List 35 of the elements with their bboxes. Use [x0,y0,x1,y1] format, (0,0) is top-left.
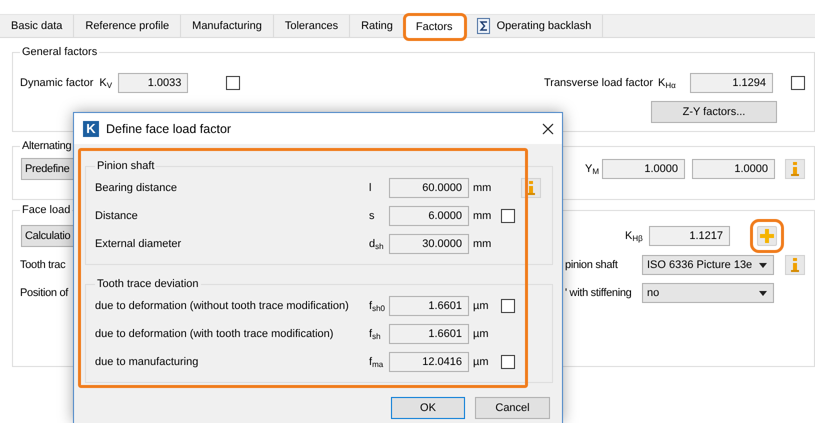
symbol-label: l [369,182,372,194]
app-logo: K [83,120,99,136]
symbol-label: K$_{Hβ}$ [625,230,644,242]
field-label: due to deformation (without tooth trace modification) [95,300,350,312]
symbol-label: f$_{sh0}$ [369,300,386,312]
field-label: External diameter [95,238,182,250]
group-title: Face load [21,204,72,216]
unit-label: µm [472,328,490,340]
field-label: pinion shaft [564,259,619,271]
dialog-title: Define face load factor [106,122,232,136]
unit-label: µm [472,300,490,312]
symbol-label: d$_{sh}$ [369,238,385,250]
symbol-label: s [369,210,376,222]
field-label: Tooth trac [20,259,66,271]
unit-label: µm [472,356,490,368]
symbol-label: f$_{ma}$ [369,356,384,368]
field-label: Bearing distance [95,182,178,194]
group-title: General factors [21,46,98,58]
field-label: Transverse load factor [544,77,653,89]
group-title: Alternating [21,140,72,152]
symbol-label: K$_{Hα}$ [658,77,677,89]
unit-label: mm [472,182,492,194]
symbol-label: Y$_{M}$ [585,163,600,175]
field-label: due to deformation (with tooth trace modification) [95,328,334,340]
unit-label: mm [472,238,492,250]
symbol-label: K$_{V}$ [99,77,114,89]
field-label: Dynamic factor [20,77,94,89]
field-label: Position of [20,287,68,299]
field-label: ' with stiffening [564,287,633,299]
symbol-label: f$_{sh}$ [369,328,382,340]
unit-label: mm [472,210,492,222]
field-label: Distance [95,210,139,222]
group-title: Pinion shaft [96,160,156,172]
group-title: Tooth trace deviation [96,278,200,290]
field-label: due to manufacturing [95,356,200,368]
